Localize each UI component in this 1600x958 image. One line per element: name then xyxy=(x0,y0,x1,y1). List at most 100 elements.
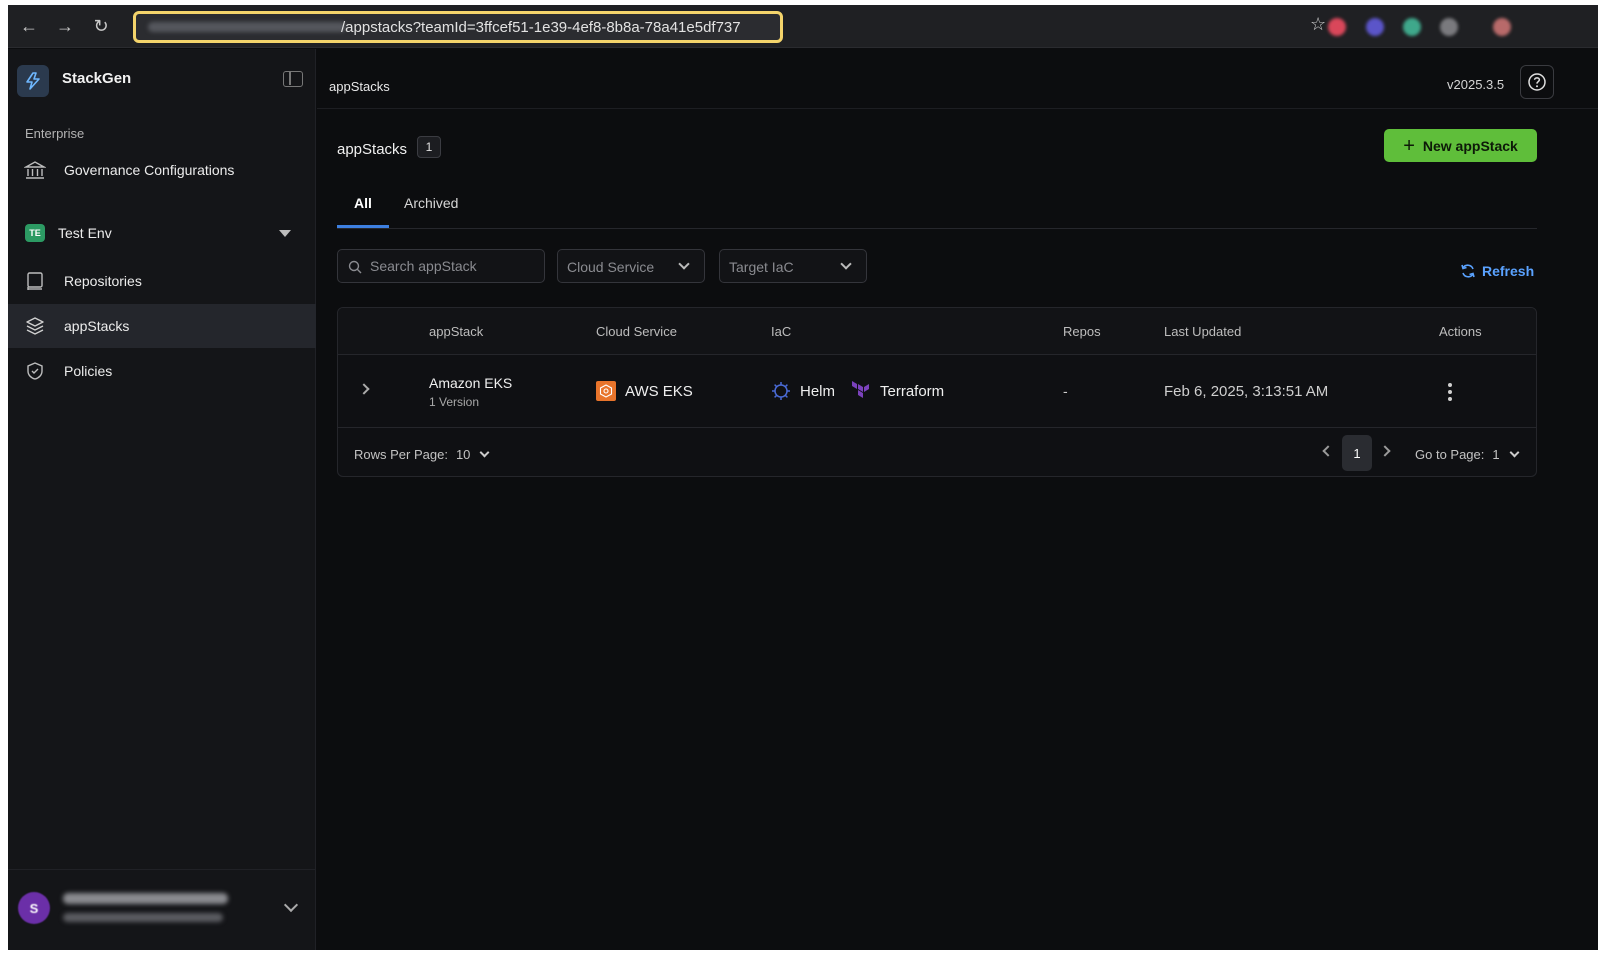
go-to-page-value: 1 xyxy=(1492,447,1500,462)
environment-label: Test Env xyxy=(58,225,112,241)
repository-icon xyxy=(24,270,46,292)
appstack-version-count: 1 Version xyxy=(429,395,480,409)
breadcrumb: appStacks xyxy=(329,79,390,94)
avatar: S xyxy=(18,892,50,924)
terraform-icon xyxy=(852,381,869,398)
back-icon[interactable]: ← xyxy=(18,15,40,37)
extension-icon[interactable] xyxy=(1440,18,1458,36)
sidebar-item-policies[interactable]: Policies xyxy=(8,349,316,393)
new-appstack-button[interactable]: + New appStack xyxy=(1384,129,1537,162)
active-tab-indicator xyxy=(337,225,389,228)
target-iac-dropdown-label: Target IaC xyxy=(729,259,794,275)
extension-icon[interactable] xyxy=(1403,18,1421,36)
cloud-service-label: AWS EKS xyxy=(625,382,693,400)
profile-icon[interactable] xyxy=(1493,18,1511,36)
next-page-icon[interactable] xyxy=(1379,445,1391,457)
aws-eks-icon xyxy=(596,381,616,401)
row-actions-icon[interactable] xyxy=(1448,383,1452,401)
extension-icon[interactable] xyxy=(1328,18,1346,36)
tabs: All Archived xyxy=(337,185,1537,229)
page-number-button[interactable]: 1 xyxy=(1342,435,1372,471)
reload-icon[interactable]: ↻ xyxy=(90,15,112,37)
bank-icon xyxy=(24,159,46,181)
rows-per-page-label: Rows Per Page: xyxy=(354,447,448,462)
column-header-iac[interactable]: IaC xyxy=(771,324,791,339)
rows-per-page-value: 10 xyxy=(455,447,471,462)
chevron-down-icon[interactable] xyxy=(283,897,299,913)
help-button[interactable] xyxy=(1520,65,1554,99)
page-title: appStacks xyxy=(337,141,408,158)
go-to-page[interactable]: Go to Page: 1 xyxy=(1415,447,1520,462)
version-label: v2025.3.5 xyxy=(1447,77,1505,92)
new-appstack-label: New appStack xyxy=(1422,137,1518,154)
search-input[interactable] xyxy=(370,256,538,276)
iac-terraform: Terraform xyxy=(851,381,944,401)
sidebar-item-label: Repositories xyxy=(64,273,142,289)
iac-helm: Helm xyxy=(771,381,835,401)
chevron-down-icon xyxy=(1509,447,1520,458)
user-menu[interactable]: S xyxy=(8,869,316,955)
plus-icon: + xyxy=(1403,134,1415,157)
cloud-service-dropdown-label: Cloud Service xyxy=(567,259,655,275)
appstack-name[interactable]: Amazon EKS xyxy=(429,375,512,391)
sidebar-item-repositories[interactable]: Repositories xyxy=(8,259,316,303)
go-to-page-label: Go to Page: xyxy=(1415,447,1485,462)
user-name-redacted xyxy=(63,893,228,904)
chevron-down-icon xyxy=(678,258,690,270)
page-margin xyxy=(0,950,1600,958)
sidebar-item-label: appStacks xyxy=(64,318,130,334)
browser-toolbar: ← → ↻ /appstacks?teamId=3ffcef51-1e39-4e… xyxy=(8,5,1598,48)
column-header-actions: Actions xyxy=(1439,324,1482,339)
tab-all[interactable]: All xyxy=(354,195,372,211)
extension-icon[interactable] xyxy=(1366,18,1384,36)
help-icon xyxy=(1528,73,1546,91)
forward-icon[interactable]: → xyxy=(54,15,76,37)
layers-icon xyxy=(24,315,46,337)
environment-selector[interactable]: TE Test Env xyxy=(8,211,316,255)
table-header: appStack Cloud Service IaC Repos Last Up… xyxy=(338,308,1536,355)
previous-page-icon[interactable] xyxy=(1322,445,1334,457)
target-iac-dropdown[interactable]: Target IaC xyxy=(719,249,867,283)
rows-per-page[interactable]: Rows Per Page: 10 xyxy=(354,447,490,462)
table-pagination: Rows Per Page: 10 1 Go to Page: 1 xyxy=(338,429,1536,476)
user-email-redacted xyxy=(63,913,223,922)
app-window: ← → ↻ /appstacks?teamId=3ffcef51-1e39-4e… xyxy=(8,5,1598,955)
column-header-appstack[interactable]: appStack xyxy=(429,324,483,339)
sidebar-item-governance[interactable]: Governance Configurations xyxy=(8,148,316,192)
tab-archived[interactable]: Archived xyxy=(404,195,458,211)
brand-name: StackGen xyxy=(62,70,132,87)
column-header-cloud-service[interactable]: Cloud Service xyxy=(596,324,677,339)
search-box[interactable] xyxy=(337,249,545,283)
helm-icon xyxy=(772,382,790,400)
last-updated-cell: Feb 6, 2025, 3:13:51 AM xyxy=(1164,383,1329,400)
search-icon xyxy=(348,260,362,274)
iac-label: Helm xyxy=(800,382,836,400)
iac-label: Terraform xyxy=(880,382,945,400)
refresh-label: Refresh xyxy=(1482,263,1535,279)
chevron-down-icon xyxy=(840,258,852,270)
sidebar-item-appstacks[interactable]: appStacks xyxy=(8,304,316,348)
sidebar-collapse-icon[interactable] xyxy=(283,71,303,87)
cloud-service-cell: AWS EKS xyxy=(596,381,693,401)
refresh-icon xyxy=(1461,264,1475,278)
shield-icon xyxy=(24,360,46,382)
url-text: /appstacks?teamId=3ffcef51-1e39-4ef8-8b8… xyxy=(341,19,741,36)
column-header-last-updated[interactable]: Last Updated xyxy=(1164,324,1241,339)
refresh-button[interactable]: Refresh xyxy=(1460,263,1534,279)
repos-cell: - xyxy=(1063,383,1068,399)
chevron-right-icon[interactable] xyxy=(358,383,370,395)
sidebar-item-label: Policies xyxy=(64,363,113,379)
table-row[interactable]: Amazon EKS 1 Version AWS EKS Helm Terraf… xyxy=(338,355,1536,428)
bookmark-star-icon[interactable]: ☆ xyxy=(1310,14,1326,35)
url-redacted xyxy=(148,22,346,32)
environment-badge: TE xyxy=(25,224,45,242)
section-label-enterprise: Enterprise xyxy=(25,126,85,141)
address-bar[interactable]: /appstacks?teamId=3ffcef51-1e39-4ef8-8b8… xyxy=(133,11,783,43)
count-badge: 1 xyxy=(417,136,441,158)
column-header-repos[interactable]: Repos xyxy=(1063,324,1101,339)
caret-down-icon xyxy=(279,229,291,237)
top-header: appStacks v2025.3.5 xyxy=(317,49,1598,109)
sidebar: StackGen Enterprise Governance Configura… xyxy=(8,49,316,955)
cloud-service-dropdown[interactable]: Cloud Service xyxy=(557,249,705,283)
sidebar-item-label: Governance Configurations xyxy=(64,162,235,178)
